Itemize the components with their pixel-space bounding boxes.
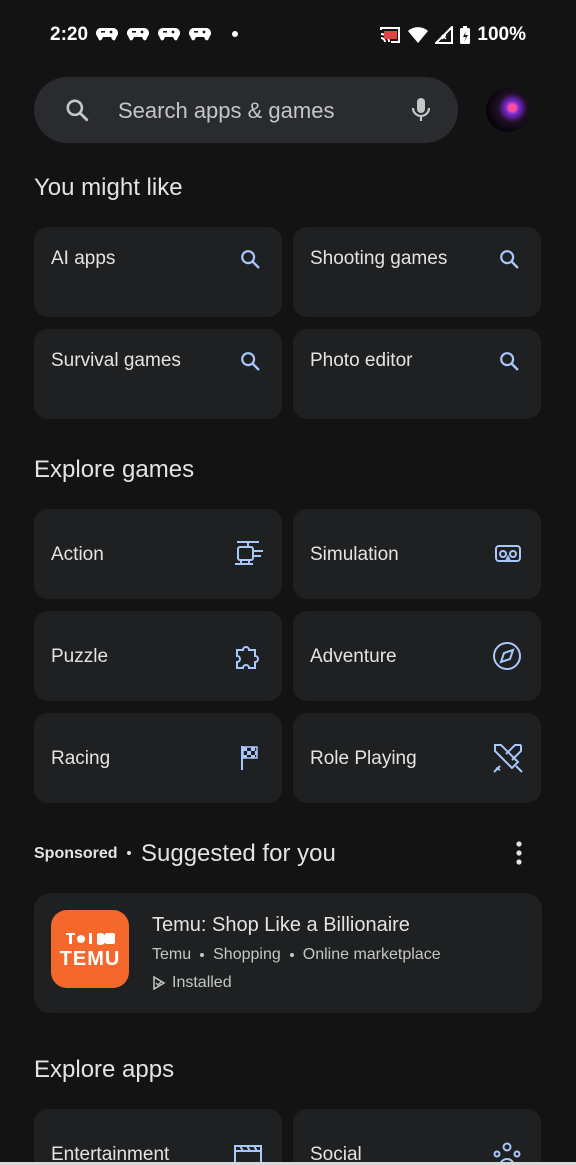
- app-title: Temu: Shop Like a Billionaire: [152, 914, 410, 936]
- app-tag: Online marketplace: [302, 946, 441, 963]
- installed-label: Installed: [172, 974, 232, 991]
- installed-icon: [153, 976, 166, 990]
- avatar[interactable]: [486, 88, 530, 132]
- status-right: 100%: [379, 24, 526, 46]
- logo-text: TEMU: [59, 948, 121, 970]
- category-label: Action: [51, 544, 104, 565]
- chip-label: Survival games: [51, 350, 181, 371]
- app-meta: Temu Shopping Online marketplace: [152, 946, 441, 964]
- search-bar[interactable]: Search apps & games: [34, 77, 458, 143]
- status-bar: 2:20 100%: [0, 0, 576, 72]
- suggestion-chip-survival-games[interactable]: Survival games: [34, 329, 282, 419]
- game-controller-icon: [127, 28, 149, 41]
- search-icon: [66, 99, 89, 122]
- chip-label: Photo editor: [310, 350, 413, 371]
- app-logo: TEMU: [51, 910, 129, 988]
- search-icon: [500, 250, 519, 269]
- category-action[interactable]: Action: [34, 509, 282, 599]
- crossed-swords-icon: [493, 744, 523, 773]
- more-vert-icon[interactable]: [509, 840, 529, 866]
- meta-separator: [289, 953, 294, 957]
- category-racing[interactable]: Racing: [34, 713, 282, 803]
- status-time: 2:20: [50, 24, 89, 45]
- sponsored-label: Sponsored: [34, 845, 118, 862]
- section-title-suggested: Suggested for you: [141, 840, 336, 867]
- more-notifications-dot: [232, 31, 238, 37]
- category-label: Racing: [51, 748, 111, 769]
- category-adventure[interactable]: Adventure: [293, 611, 541, 701]
- search-icon: [241, 250, 260, 269]
- notification-icons: [96, 26, 238, 42]
- suggestion-chip-shooting-games[interactable]: Shooting games: [293, 227, 541, 317]
- app-category: Shopping: [213, 946, 281, 963]
- separator-dot: [127, 851, 131, 855]
- temu-logo-glyphs: [66, 933, 115, 945]
- category-role-playing[interactable]: Role Playing: [293, 713, 541, 803]
- helicopter-icon: [235, 541, 263, 565]
- search-input[interactable]: Search apps & games: [118, 98, 334, 124]
- category-label: Simulation: [310, 544, 399, 565]
- checkered-flag-icon: [241, 746, 258, 770]
- game-controller-icon: [158, 28, 180, 41]
- suggestion-chip-photo-editor[interactable]: Photo editor: [293, 329, 541, 419]
- section-title-explore-apps: Explore apps: [34, 1056, 175, 1083]
- category-label: Puzzle: [51, 646, 109, 667]
- category-puzzle[interactable]: Puzzle: [34, 611, 282, 701]
- vr-headset-icon: [495, 545, 521, 562]
- app-install-status: Installed: [152, 974, 232, 992]
- search-icon: [241, 352, 260, 371]
- category-label: Adventure: [310, 646, 397, 667]
- meta-separator: [200, 953, 205, 957]
- app-card-temu[interactable]: TEMU Temu: Shop Like a Billionaire Temu …: [34, 893, 542, 1013]
- category-entertainment[interactable]: Entertainment: [34, 1109, 282, 1165]
- search-icon: [500, 352, 519, 371]
- cast-icon: [380, 27, 401, 43]
- battery-icon: [460, 26, 471, 44]
- category-label: Role Playing: [310, 748, 417, 769]
- wifi-icon: [408, 27, 429, 43]
- signal-icon: [435, 26, 454, 44]
- game-controller-icon: [189, 28, 211, 41]
- section-title-explore-games: Explore games: [34, 456, 195, 483]
- battery-percent: 100%: [477, 24, 526, 45]
- category-simulation[interactable]: Simulation: [293, 509, 541, 599]
- chip-label: Shooting games: [310, 248, 448, 269]
- puzzle-icon: [236, 646, 259, 669]
- suggestion-chip-ai-apps[interactable]: AI apps: [34, 227, 282, 317]
- chip-label: AI apps: [51, 248, 116, 269]
- section-title-you-might-like: You might like: [34, 174, 183, 201]
- app-developer: Temu: [152, 946, 192, 963]
- game-controller-icon: [96, 28, 118, 41]
- mic-icon[interactable]: [410, 96, 432, 124]
- compass-icon: [493, 642, 521, 670]
- category-social[interactable]: Social: [293, 1109, 541, 1165]
